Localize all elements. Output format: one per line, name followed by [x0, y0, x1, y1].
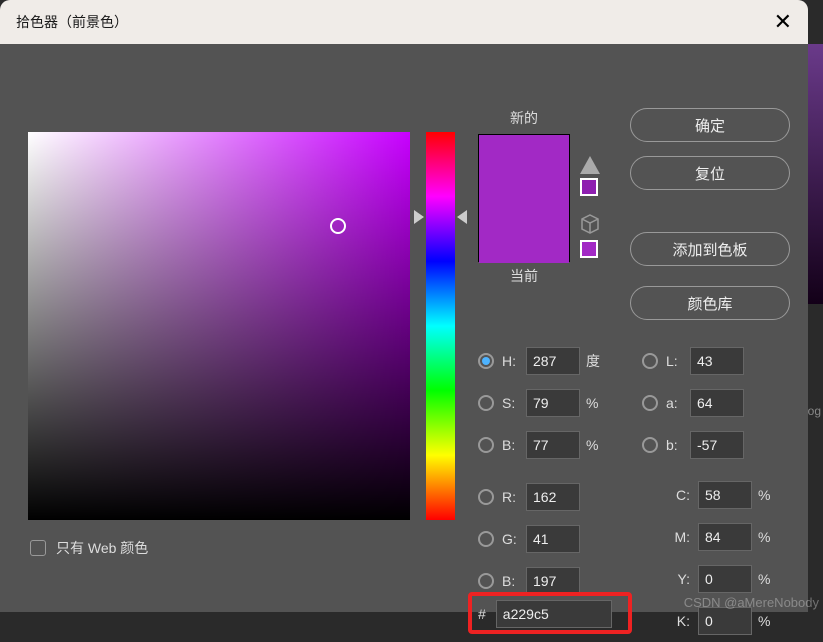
gamut-warning-swatch[interactable] [580, 178, 598, 196]
hue-label: H: [502, 353, 526, 369]
blue-label: B: [502, 573, 526, 589]
green-label: G: [502, 531, 526, 547]
current-color-label: 当前 [478, 266, 570, 286]
hue-row: H: 度 [478, 340, 612, 382]
k-unit: % [758, 613, 784, 629]
l-input[interactable] [690, 347, 744, 375]
blue-radio[interactable] [478, 573, 494, 589]
red-row: R: [478, 476, 612, 518]
close-button[interactable]: ✕ [774, 9, 792, 35]
m-input[interactable] [698, 523, 752, 551]
y-row: Y: % [662, 558, 784, 600]
c-input[interactable] [698, 481, 752, 509]
color-libraries-button[interactable]: 颜色库 [630, 286, 790, 320]
web-only-row: 只有 Web 颜色 [30, 538, 148, 558]
color-swatch-area: 新的 当前 [478, 108, 570, 286]
sv-cursor[interactable] [330, 218, 346, 234]
lab-b-row: b: [642, 424, 744, 466]
a-label: a: [666, 395, 690, 411]
red-radio[interactable] [478, 489, 494, 505]
saturation-input[interactable] [526, 389, 580, 417]
brightness-label: B: [502, 437, 526, 453]
lab-fields: L: a: b: [642, 340, 744, 466]
watermark: CSDN @aMereNobody [684, 595, 819, 610]
ok-button[interactable]: 确定 [630, 108, 790, 142]
a-row: a: [642, 382, 744, 424]
button-column: 确定 复位 添加到色板 颜色库 [630, 108, 790, 334]
c-unit: % [758, 487, 784, 503]
cmyk-fields: C: % M: % Y: % K: % [662, 474, 784, 642]
m-row: M: % [662, 516, 784, 558]
k-label: K: [662, 613, 690, 629]
y-unit: % [758, 571, 784, 587]
brightness-unit: % [586, 437, 612, 453]
hue-arrow-left-icon[interactable] [414, 210, 424, 224]
hue-unit: 度 [586, 351, 612, 371]
color-picker-dialog: 拾色器（前景色） ✕ 新的 当前 确定 复位 添加到色板 [0, 0, 808, 612]
a-input[interactable] [690, 389, 744, 417]
blue-input[interactable] [526, 567, 580, 595]
titlebar[interactable]: 拾色器（前景色） ✕ [0, 0, 808, 44]
y-input[interactable] [698, 565, 752, 593]
k-input[interactable] [698, 607, 752, 635]
c-label: C: [662, 487, 690, 503]
l-radio[interactable] [642, 353, 658, 369]
brightness-row: B: % [478, 424, 612, 466]
lab-b-label: b: [666, 437, 690, 453]
lab-b-input[interactable] [690, 431, 744, 459]
red-label: R: [502, 489, 526, 505]
saturation-value-panel[interactable] [28, 132, 410, 520]
y-label: Y: [662, 571, 690, 587]
web-safe-swatch[interactable] [580, 240, 598, 258]
hex-row: # [478, 600, 612, 628]
lab-b-radio[interactable] [642, 437, 658, 453]
web-only-checkbox[interactable] [30, 540, 46, 556]
gamut-warning-icon[interactable] [580, 156, 600, 174]
brightness-radio[interactable] [478, 437, 494, 453]
current-color-swatch[interactable] [479, 199, 569, 263]
blue-row: B: [478, 560, 612, 602]
reset-button[interactable]: 复位 [630, 156, 790, 190]
brightness-input[interactable] [526, 431, 580, 459]
l-label: L: [666, 353, 690, 369]
saturation-row: S: % [478, 382, 612, 424]
green-row: G: [478, 518, 612, 560]
hue-radio[interactable] [478, 353, 494, 369]
m-label: M: [662, 529, 690, 545]
m-unit: % [758, 529, 784, 545]
l-row: L: [642, 340, 744, 382]
green-input[interactable] [526, 525, 580, 553]
green-radio[interactable] [478, 531, 494, 547]
hue-arrow-right-icon[interactable] [457, 210, 467, 224]
a-radio[interactable] [642, 395, 658, 411]
dialog-content: 新的 当前 确定 复位 添加到色板 颜色库 H: 度 [0, 44, 808, 88]
dialog-title: 拾色器（前景色） [16, 12, 128, 32]
new-color-swatch[interactable] [479, 135, 569, 199]
hue-input[interactable] [526, 347, 580, 375]
background-strip [808, 44, 823, 304]
red-input[interactable] [526, 483, 580, 511]
web-safe-warning-icon[interactable] [580, 214, 600, 234]
web-only-label: 只有 Web 颜色 [56, 538, 148, 558]
saturation-radio[interactable] [478, 395, 494, 411]
c-row: C: % [662, 474, 784, 516]
saturation-unit: % [586, 395, 612, 411]
hex-input[interactable] [496, 600, 612, 628]
add-to-swatches-button[interactable]: 添加到色板 [630, 232, 790, 266]
hex-hash-label: # [478, 606, 486, 622]
hue-slider[interactable] [426, 132, 455, 520]
saturation-label: S: [502, 395, 526, 411]
color-swatch [478, 134, 570, 262]
hsb-rgb-fields: H: 度 S: % B: % R: [478, 340, 612, 602]
background-text: og [808, 404, 821, 418]
new-color-label: 新的 [478, 108, 570, 128]
